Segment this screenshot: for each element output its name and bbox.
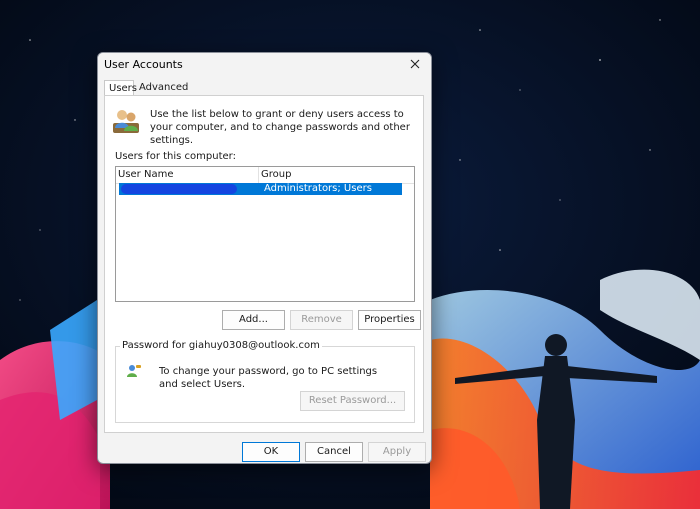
column-user-name[interactable]: User Name bbox=[116, 167, 259, 183]
tab-users[interactable]: Users bbox=[104, 80, 137, 96]
tab-advanced[interactable]: Advanced bbox=[135, 80, 188, 95]
password-instructions: To change your password, go to PC settin… bbox=[159, 366, 378, 390]
ok-button[interactable]: OK bbox=[242, 442, 300, 462]
password-icon bbox=[127, 365, 141, 377]
close-button[interactable] bbox=[399, 53, 431, 75]
dialog-title: User Accounts bbox=[104, 58, 183, 71]
users-icon bbox=[113, 110, 139, 133]
user-accounts-dialog: User Accounts Users Advanced Use the lis… bbox=[97, 52, 432, 464]
password-group: Password for giahuy0308@outlook.com To c… bbox=[115, 340, 415, 423]
redacted-user-name bbox=[121, 184, 237, 194]
password-group-legend: Password for giahuy0308@outlook.com bbox=[120, 340, 322, 351]
remove-button[interactable]: Remove bbox=[290, 310, 353, 330]
table-row[interactable]: Administrators; Users bbox=[119, 183, 402, 195]
intro-text: Use the list below to grant or deny user… bbox=[150, 109, 410, 146]
properties-button[interactable]: Properties bbox=[358, 310, 421, 330]
cell-user-name bbox=[119, 183, 259, 195]
close-icon bbox=[410, 59, 420, 69]
list-header: User Name Group bbox=[116, 167, 414, 184]
users-list-label: Users for this computer: bbox=[115, 151, 236, 162]
users-tab-panel: Use the list below to grant or deny user… bbox=[104, 95, 424, 433]
add-button[interactable]: Add... bbox=[222, 310, 285, 330]
apply-button[interactable]: Apply bbox=[368, 442, 426, 462]
users-listview[interactable]: User Name Group Administrators; Users bbox=[115, 166, 415, 302]
title-bar[interactable]: User Accounts bbox=[98, 53, 431, 77]
column-group[interactable]: Group bbox=[259, 167, 409, 183]
reset-password-button[interactable]: Reset Password... bbox=[300, 391, 405, 411]
cell-group: Administrators; Users bbox=[264, 183, 372, 194]
cancel-button[interactable]: Cancel bbox=[305, 442, 363, 462]
